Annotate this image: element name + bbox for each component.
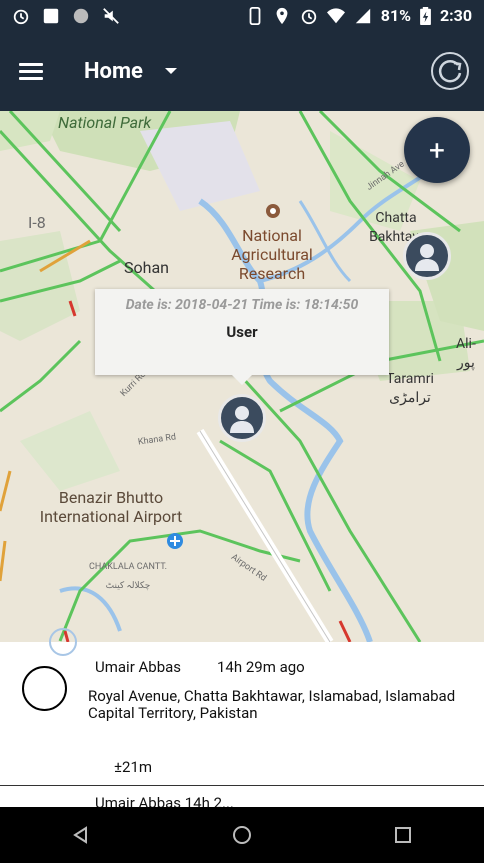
info-date-time: Date is: 2018-04-21 Time is: 18:14:50 <box>125 297 359 313</box>
map-label-chaklala: CHAKLALA CANTT. چکلالہ کینٹ <box>89 562 167 591</box>
user-marker-selected[interactable] <box>218 394 266 442</box>
list-item[interactable]: Umair Abbas 14h 29m ago Royal Avenue, Ch… <box>0 642 484 786</box>
system-nav-bar <box>0 807 484 863</box>
location-ring-icon <box>49 628 77 656</box>
wifi-icon <box>326 7 345 23</box>
caret-down-icon <box>164 68 177 74</box>
user-address: Royal Avenue, Chatta Bakhtawar, Islamaba… <box>88 687 456 722</box>
alarm-icon <box>301 9 316 24</box>
back-triangle-icon[interactable] <box>51 807 111 863</box>
alarm-icon <box>13 9 29 24</box>
avatar <box>22 666 67 711</box>
battery-percent: 81% <box>380 6 411 25</box>
map-label-taramri: Taramri ترامڑی <box>386 371 434 406</box>
map-label-national-park: National Park <box>58 113 152 132</box>
map-label-i8: I-8 <box>28 213 46 232</box>
status-bar: 81% 2:30 <box>0 0 484 31</box>
add-fab-button[interactable]: + <box>404 117 470 183</box>
refresh-icon[interactable] <box>430 51 470 91</box>
hamburger-menu-icon[interactable] <box>0 31 62 111</box>
map-label-narc: National Agricultural Research <box>231 226 313 283</box>
app-bar: Home <box>0 31 484 111</box>
list-item-peek[interactable]: Umair Abbas 14h 2... <box>95 794 234 807</box>
map-label-ali: Ali- پور <box>456 336 476 371</box>
user-list[interactable]: Umair Abbas 14h 29m ago Royal Avenue, Ch… <box>0 642 484 807</box>
map-label-sohan: Sohan <box>124 258 169 277</box>
page-title: Home <box>84 58 143 84</box>
map-label-airport: Benazir Bhutto International Airport <box>39 488 183 526</box>
location-accuracy: ±21m <box>114 758 153 776</box>
location-icon <box>276 7 288 24</box>
signal-icon <box>355 8 370 23</box>
title-dropdown[interactable]: Home <box>84 59 177 84</box>
user-avatar-icon <box>415 244 439 271</box>
info-title: User <box>226 323 258 341</box>
app-icon <box>43 8 59 23</box>
user-marker-chatta[interactable] <box>403 232 451 280</box>
marker-info-window[interactable]: Date is: 2018-04-21 Time is: 18:14:50 Us… <box>95 289 389 385</box>
user-avatar-icon <box>230 406 254 433</box>
map-view[interactable]: National Park I-8 Sohan National Agricul… <box>0 111 484 642</box>
phone-icon <box>249 6 261 25</box>
recents-square-icon[interactable] <box>373 807 433 863</box>
plus-icon: + <box>429 133 445 167</box>
home-circle-icon[interactable] <box>212 807 272 863</box>
user-name: Umair Abbas <box>95 658 182 676</box>
last-seen: 14h 29m ago <box>217 658 305 676</box>
circle-notification-icon <box>73 8 89 23</box>
battery-icon <box>420 6 431 25</box>
mute-icon <box>103 7 119 24</box>
clock: 2:30 <box>439 6 472 25</box>
